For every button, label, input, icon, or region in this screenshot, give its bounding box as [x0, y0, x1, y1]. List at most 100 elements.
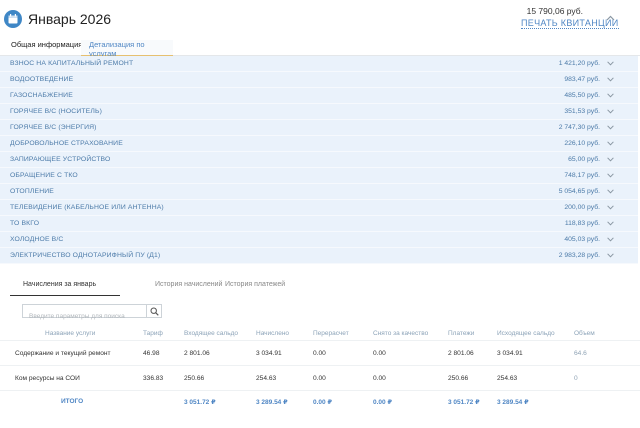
- table-cell: 254.63: [497, 375, 518, 382]
- tab-service-details[interactable]: Детализация по услугам: [81, 40, 173, 58]
- service-amount: 5 054,65 руб.: [558, 188, 600, 195]
- column-header: Входящее сальдо: [184, 330, 238, 337]
- search-button[interactable]: [146, 304, 162, 318]
- services-list: ВЗНОС НА КАПИТАЛЬНЫЙ РЕМОНТ 1 421,20 руб.…: [0, 56, 638, 264]
- total-cell: 3 051.72 ₽: [448, 399, 480, 406]
- service-row[interactable]: ОБРАЩЕНИЕ С ТКО 748,17 руб.: [0, 168, 638, 184]
- calendar-icon: [4, 10, 22, 28]
- total-cell: 3 289.54 ₽: [497, 399, 529, 406]
- column-header: Платежи: [448, 330, 475, 337]
- table-cell: 254.63: [256, 375, 277, 382]
- service-amount: 2 983,28 руб.: [558, 252, 600, 259]
- table-cell: 250.66: [448, 375, 469, 382]
- service-amount: 2 747,30 руб.: [558, 124, 600, 131]
- chevron-down-icon[interactable]: [607, 253, 614, 258]
- service-name: ВЗНОС НА КАПИТАЛЬНЫЙ РЕМОНТ: [10, 60, 134, 67]
- service-row[interactable]: ГАЗОСНАБЖЕНИЕ 485,50 руб.: [0, 88, 638, 104]
- chevron-down-icon[interactable]: [607, 109, 614, 114]
- chevron-down-icon[interactable]: [607, 173, 614, 178]
- service-row[interactable]: ТЕЛЕВИДЕНИЕ (КАБЕЛЬНОЕ ИЛИ АНТЕННА) 200,0…: [0, 200, 638, 216]
- column-header: Начислено: [256, 330, 290, 337]
- table-header: Название услуги Тариф Входящее сальдо Начис…: [0, 327, 640, 341]
- service-amount: 351,53 руб.: [564, 108, 600, 115]
- table-cell: 0: [574, 375, 578, 382]
- service-row[interactable]: ТО ВКГО 118,83 руб.: [0, 216, 638, 232]
- service-name: ГОРЯЧЕЕ В/С (ЭНЕРГИЯ): [10, 124, 97, 131]
- tab-charges-month[interactable]: Начисления за январь: [10, 281, 120, 296]
- table-cell: 2 801.06: [184, 350, 210, 357]
- total-label: ИТОГО: [61, 398, 84, 405]
- service-name: ОБРАЩЕНИЕ С ТКО: [10, 172, 78, 179]
- tab-payments-history[interactable]: История платежей: [225, 281, 285, 288]
- column-header: Исходящее сальдо: [497, 330, 555, 337]
- chevron-down-icon[interactable]: [607, 125, 614, 130]
- page-header: Январь 2026 15 790,06 руб. ПЕЧАТЬ КВИТАН…: [0, 0, 640, 36]
- service-name: ДОБРОВОЛЬНОЕ СТРАХОВАНИЕ: [10, 140, 123, 147]
- chevron-up-icon[interactable]: [606, 14, 615, 23]
- service-name: ГОРЯЧЕЕ В/С (НОСИТЕЛЬ): [10, 108, 103, 115]
- service-amount: 65,00 руб.: [568, 156, 600, 163]
- service-name: ТЕЛЕВИДЕНИЕ (КАБЕЛЬНОЕ ИЛИ АНТЕННА): [10, 204, 164, 211]
- tab-charges-history[interactable]: История начислений: [155, 281, 222, 288]
- total-amount: 15 790,06 руб.: [526, 6, 583, 16]
- table-cell: 0.00: [373, 375, 386, 382]
- table-cell: 0.00: [313, 350, 326, 357]
- service-amount: 118,83 руб.: [564, 220, 600, 227]
- table-cell: 3 034.91: [497, 350, 523, 357]
- chevron-down-icon[interactable]: [607, 93, 614, 98]
- chevron-down-icon[interactable]: [607, 237, 614, 242]
- table-cell: 336.83: [143, 375, 164, 382]
- tab-general-info[interactable]: Общая информация: [11, 40, 82, 56]
- print-receipt-link[interactable]: ПЕЧАТЬ КВИТАНЦИИ: [521, 18, 619, 29]
- chevron-down-icon[interactable]: [607, 77, 614, 82]
- service-row[interactable]: ВЗНОС НА КАПИТАЛЬНЫЙ РЕМОНТ 1 421,20 руб.: [0, 56, 638, 72]
- service-row[interactable]: ХОЛОДНОЕ В/С 405,03 руб.: [0, 232, 638, 248]
- table-cell: 3 034.91: [256, 350, 282, 357]
- column-header: Перерасчет: [313, 330, 349, 337]
- table-cell: Ком ресурсы на СОИ: [15, 375, 80, 382]
- table-row: Ком ресурсы на СОИ 336.83 250.66 254.63 0.00…: [0, 366, 640, 391]
- page-title: Январь 2026: [28, 11, 112, 27]
- chevron-down-icon[interactable]: [607, 141, 614, 146]
- service-name: ЭЛЕКТРИЧЕСТВО ОДНОТАРИФНЫЙ ПУ (Д1): [10, 252, 161, 259]
- chevron-down-icon[interactable]: [607, 221, 614, 226]
- table-cell: 250.66: [184, 375, 205, 382]
- total-cell: 0.00 ₽: [313, 399, 332, 406]
- main-tabs: Общая информация Детализация по услугам: [0, 36, 640, 58]
- table-cell: 64.6: [574, 350, 587, 357]
- service-name: ТО ВКГО: [10, 220, 40, 227]
- service-row[interactable]: ЗАПИРАЮЩЕЕ УСТРОЙСТВО 65,00 руб.: [0, 152, 638, 168]
- service-row[interactable]: ДОБРОВОЛЬНОЕ СТРАХОВАНИЕ 226,10 руб.: [0, 136, 638, 152]
- service-row[interactable]: ГОРЯЧЕЕ В/С (НОСИТЕЛЬ) 351,53 руб.: [0, 104, 638, 120]
- service-row[interactable]: ГОРЯЧЕЕ В/С (ЭНЕРГИЯ) 2 747,30 руб.: [0, 120, 638, 136]
- chevron-down-icon[interactable]: [607, 189, 614, 194]
- total-cell: 3 289.54 ₽: [256, 399, 288, 406]
- table-footer-total: ИТОГО 3 051.72 ₽ 3 289.54 ₽ 0.00 ₽ 0.00 ₽ 3 0…: [0, 391, 640, 411]
- service-row[interactable]: ВОДООТВЕДЕНИЕ 983,47 руб.: [0, 72, 638, 88]
- search-icon: [150, 307, 159, 316]
- column-header: Название услуги: [45, 330, 96, 337]
- service-amount: 485,50 руб.: [564, 92, 600, 99]
- total-cell: 0.00 ₽: [373, 399, 392, 406]
- table-cell: Содержание и текущий ремонт: [15, 350, 111, 357]
- service-amount: 405,03 руб.: [564, 236, 600, 243]
- charges-tabs: Начисления за январь История начислений …: [0, 276, 640, 296]
- chevron-down-icon[interactable]: [607, 205, 614, 210]
- column-header: Тариф: [143, 330, 163, 337]
- service-row[interactable]: ОТОПЛЕНИЕ 5 054,65 руб.: [0, 184, 638, 200]
- service-row[interactable]: ЭЛЕКТРИЧЕСТВО ОДНОТАРИФНЫЙ ПУ (Д1) 2 983,…: [0, 248, 638, 264]
- chevron-down-icon[interactable]: [607, 61, 614, 66]
- table-cell: 0.00: [313, 375, 326, 382]
- search-box: [22, 304, 146, 323]
- service-name: ОТОПЛЕНИЕ: [10, 188, 54, 195]
- charges-table: Название услуги Тариф Входящее сальдо Начис…: [0, 327, 640, 411]
- column-header: Снято за качество: [373, 330, 429, 337]
- service-amount: 200,00 руб.: [564, 204, 600, 211]
- search-input[interactable]: [23, 310, 146, 323]
- service-name: ВОДООТВЕДЕНИЕ: [10, 76, 74, 83]
- service-amount: 1 421,20 руб.: [558, 60, 600, 67]
- service-name: ЗАПИРАЮЩЕЕ УСТРОЙСТВО: [10, 156, 111, 163]
- chevron-down-icon[interactable]: [607, 157, 614, 162]
- total-cell: 3 051.72 ₽: [184, 399, 216, 406]
- column-header: Объем: [574, 330, 595, 337]
